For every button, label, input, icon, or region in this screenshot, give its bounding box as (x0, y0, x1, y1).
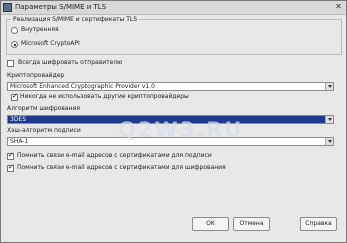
remember-encrypting-label: Помнить связи e-mail адресов с сертифика… (17, 164, 226, 171)
remember-encrypting-checkbox[interactable] (7, 163, 14, 172)
help-button[interactable]: Справка (300, 217, 337, 231)
implementation-group: Реализация S/MIME и сертификаты TLS (6, 15, 342, 55)
encryption-label: Алгоритм шифрования (7, 105, 81, 112)
hash-label: Хэш-алгоритм подписи (7, 127, 81, 134)
chevron-down-icon[interactable] (325, 116, 333, 123)
provider-value: Microsoft Enhanced Cryptographic Provide… (10, 83, 155, 90)
radio-cryptoapi-label: Microsoft CryptoAPI (21, 40, 80, 47)
smime-tls-dialog: Параметры S/MIME и TLS ✕ Реализация S/MI… (0, 0, 347, 243)
chevron-down-icon[interactable] (325, 83, 333, 90)
radio-internal[interactable] (11, 27, 18, 34)
provider-select[interactable]: Microsoft Enhanced Cryptographic Provide… (7, 82, 334, 91)
implementation-legend: Реализация S/MIME и сертификаты TLS (11, 15, 140, 24)
app-icon (3, 3, 12, 12)
provider-label: Криптопровайдер (7, 72, 65, 79)
radio-internal-label: Внутренняя (21, 26, 59, 33)
remember-signing-label: Помнить связи e-mail адресов с сертифика… (17, 152, 212, 159)
watermark: Q2W3.RU (118, 118, 244, 142)
chevron-down-icon[interactable] (325, 138, 333, 145)
encryption-value: 3DES (10, 116, 27, 123)
always-encrypt-checkbox[interactable] (7, 60, 14, 67)
close-icon[interactable]: ✕ (333, 2, 344, 12)
cancel-button[interactable]: Отмена (233, 217, 270, 231)
hash-value: SHA-1 (10, 138, 29, 145)
remember-signing-checkbox[interactable] (7, 151, 14, 160)
radio-cryptoapi[interactable] (11, 41, 18, 48)
never-use-others-checkbox[interactable] (11, 92, 18, 101)
never-use-others-label: Никогда не использовать другие криптопро… (20, 93, 189, 100)
window-title: Параметры S/MIME и TLS (15, 3, 107, 11)
ok-button[interactable]: OK (192, 217, 229, 231)
title-bar[interactable]: Параметры S/MIME и TLS ✕ (1, 1, 346, 15)
always-encrypt-label: Всегда шифровать отправителю (18, 59, 123, 66)
